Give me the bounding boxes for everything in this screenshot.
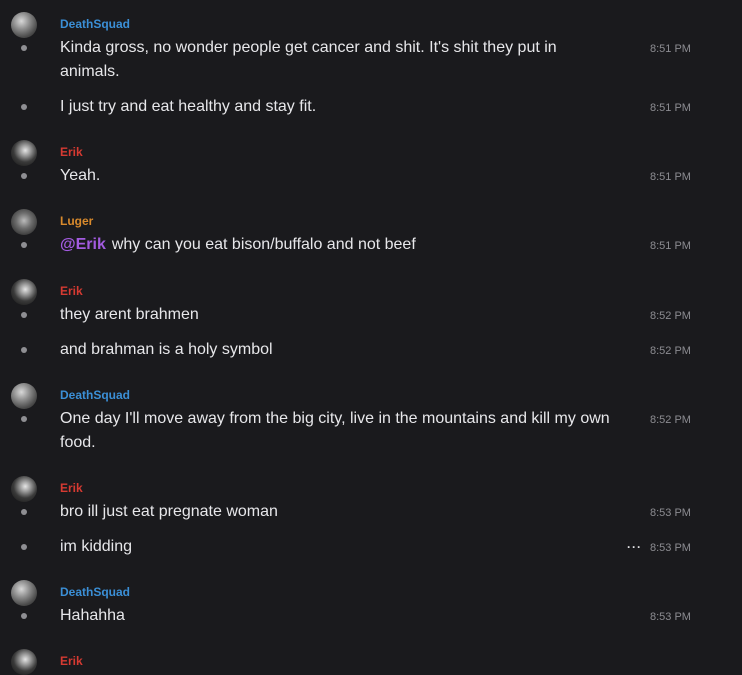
- username-deathsquad[interactable]: DeathSquad: [60, 585, 130, 599]
- username-luger[interactable]: Luger: [60, 214, 93, 228]
- username-deathsquad[interactable]: DeathSquad: [60, 388, 130, 402]
- message-text: I just try and eat healthy and stay fit.: [60, 98, 317, 115]
- chat-messages: DeathSquad Kinda gross, no wonder people…: [0, 0, 742, 675]
- avatar-luger[interactable]: [11, 209, 37, 235]
- message-bullet: [21, 104, 27, 110]
- message-timestamp: 8:53 PM: [650, 542, 691, 554]
- username-erik[interactable]: Erik: [60, 481, 83, 495]
- user-mention[interactable]: @Erik: [60, 236, 106, 253]
- message-bullet: [21, 173, 27, 179]
- more-options-icon[interactable]: ···: [627, 540, 642, 554]
- message-bullet: [21, 347, 27, 353]
- username-erik[interactable]: Erik: [60, 654, 83, 668]
- message-text: Hahahha: [60, 607, 125, 624]
- message-bullet: [21, 312, 27, 318]
- message-timestamp: 8:51 PM: [650, 102, 691, 114]
- message-timestamp: 8:51 PM: [650, 171, 691, 183]
- avatar-deathsquad[interactable]: [11, 12, 37, 38]
- avatar-erik[interactable]: [11, 140, 37, 166]
- message-text: @Erik why can you eat bison/buffalo and n…: [60, 233, 620, 257]
- message-text-body: why can you eat bison/buffalo and not be…: [111, 236, 416, 253]
- message-timestamp: 8:52 PM: [650, 310, 691, 322]
- message-bullet: [21, 45, 27, 51]
- message-timestamp: 8:51 PM: [650, 43, 691, 55]
- username-erik[interactable]: Erik: [60, 284, 83, 298]
- message-bullet: [21, 416, 27, 422]
- message-text: bro ill just eat pregnate woman: [60, 503, 278, 520]
- username-erik[interactable]: Erik: [60, 145, 83, 159]
- message-bullet: [21, 242, 27, 248]
- message-text: Kinda gross, no wonder people get cancer…: [60, 39, 557, 80]
- message-text: Yeah.: [60, 167, 101, 184]
- avatar-erik[interactable]: [11, 649, 37, 675]
- message-bullet: [21, 613, 27, 619]
- message-bullet: [21, 509, 27, 515]
- message-timestamp: 8:51 PM: [650, 240, 691, 252]
- message-timestamp: 8:53 PM: [650, 611, 691, 623]
- avatar-deathsquad[interactable]: [11, 383, 37, 409]
- message-timestamp: 8:53 PM: [650, 507, 691, 519]
- message-text: and brahman is a holy symbol: [60, 341, 273, 358]
- message-bullet: [21, 544, 27, 550]
- avatar-deathsquad[interactable]: [11, 580, 37, 606]
- avatar-erik[interactable]: [11, 279, 37, 305]
- message-text: they arent brahmen: [60, 306, 199, 323]
- username-deathsquad[interactable]: DeathSquad: [60, 17, 130, 31]
- message-timestamp: 8:52 PM: [650, 414, 691, 426]
- avatar-erik[interactable]: [11, 476, 37, 502]
- message-timestamp: 8:52 PM: [650, 345, 691, 357]
- message-text: One day I'll move away from the big city…: [60, 410, 610, 451]
- message-text: im kidding: [60, 538, 133, 555]
